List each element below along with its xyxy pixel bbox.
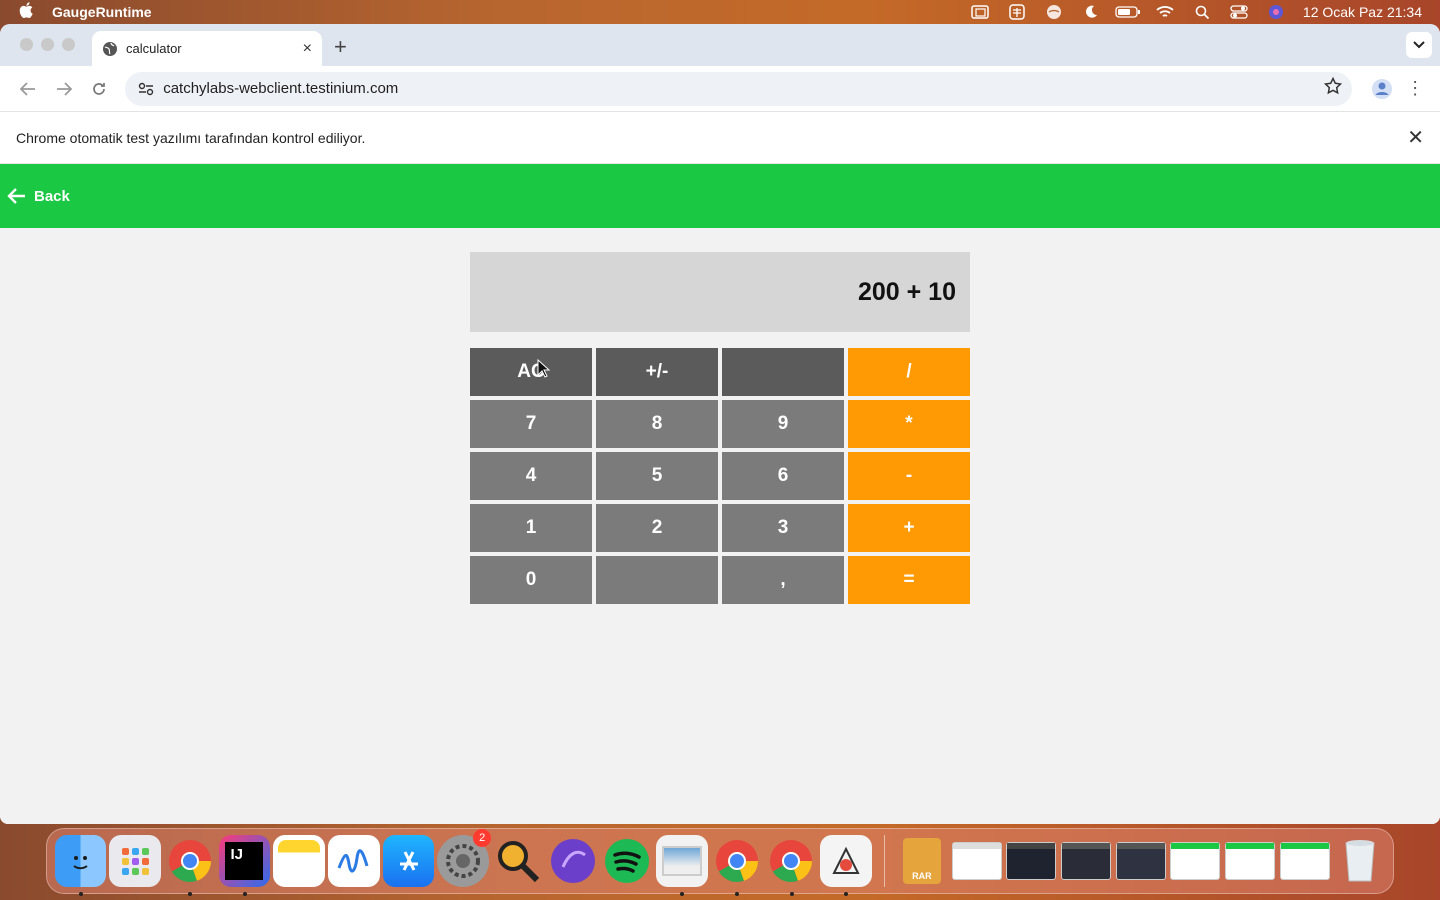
url-text[interactable]: catchylabs-webclient.testinium.com (163, 80, 398, 97)
back-button[interactable]: Back (34, 188, 70, 205)
apple-menu-icon[interactable] (0, 2, 52, 22)
minimized-window-thumbnail[interactable] (1224, 835, 1276, 887)
infobar-text: Chrome otomatik test yazılımı tarafından… (16, 129, 366, 146)
extension-status-icon[interactable] (999, 0, 1036, 24)
launchpad-icon[interactable] (109, 835, 161, 887)
preview-icon[interactable] (656, 835, 708, 896)
key-2[interactable]: 2 (596, 504, 718, 552)
reload-icon[interactable] (81, 71, 117, 107)
screen-mirror-icon[interactable] (962, 0, 999, 24)
close-tab-icon[interactable]: × (303, 40, 312, 58)
key-1[interactable]: 1 (470, 504, 592, 552)
mouse-pointer-icon (537, 359, 551, 378)
calculator-keypad: AC +/- / 7 8 9 * 4 5 6 - 1 2 3 + 0 , = (470, 348, 970, 604)
key-add[interactable]: + (848, 504, 970, 552)
control-center-icon[interactable] (1221, 0, 1258, 24)
notification-badge: 2 (473, 829, 492, 847)
key-8[interactable]: 8 (596, 400, 718, 448)
chrome-icon[interactable] (766, 835, 818, 896)
browser-menu-icon[interactable]: ⋮ (1400, 78, 1430, 99)
close-infobar-icon[interactable]: ✕ (1407, 125, 1424, 150)
key-multiply[interactable]: * (848, 400, 970, 448)
spotify-icon[interactable] (602, 835, 654, 887)
spotlight-search-icon[interactable] (1184, 0, 1221, 24)
minimized-window-thumbnail[interactable] (1005, 835, 1057, 887)
key-6[interactable]: 6 (722, 452, 844, 500)
bookmark-star-icon[interactable] (1324, 76, 1343, 100)
calculator-display: 200 + 10 (470, 252, 970, 332)
minimized-window-thumbnail[interactable] (1170, 835, 1222, 887)
finder-icon[interactable] (54, 835, 107, 896)
chrome-icon[interactable] (164, 835, 216, 896)
back-arrow-icon[interactable] (10, 71, 46, 107)
minimized-window-thumbnail[interactable] (1115, 835, 1167, 887)
java-app-icon[interactable] (820, 835, 873, 896)
freeform-icon[interactable] (328, 835, 380, 887)
key-plus-minus[interactable]: +/- (596, 348, 718, 396)
magnifier-tool-icon[interactable] (492, 835, 544, 887)
wifi-icon[interactable] (1147, 0, 1184, 24)
profile-avatar-icon[interactable] (1364, 78, 1400, 100)
back-arrow-icon[interactable] (6, 187, 26, 205)
purple-app-icon[interactable] (547, 835, 599, 887)
key-subtract[interactable]: - (848, 452, 970, 500)
key-equals[interactable]: = (848, 556, 970, 604)
address-bar[interactable]: catchylabs-webclient.testinium.com (125, 71, 1353, 106)
minimized-window-thumbnail[interactable] (1279, 835, 1331, 887)
calculator-page: 200 + 10 AC +/- / 7 8 9 * 4 5 6 - 1 2 3 … (0, 228, 1440, 824)
tab-calculator[interactable]: calculator × (92, 31, 322, 66)
forward-arrow-icon[interactable] (46, 71, 82, 107)
new-tab-button[interactable]: + (334, 34, 347, 60)
minimize-window-button[interactable] (41, 38, 54, 51)
menu-bar: GaugeRuntime 12 Ocak Paz 21:34 (0, 0, 1440, 24)
notes-icon[interactable] (273, 835, 326, 887)
siri-icon[interactable] (1258, 0, 1295, 24)
system-settings-icon[interactable]: 2 (437, 829, 492, 887)
key-ac[interactable]: AC (470, 348, 592, 396)
tab-search-chevron-icon[interactable] (1406, 32, 1432, 58)
window-controls (20, 38, 75, 51)
minimized-window-thumbnail[interactable] (951, 835, 1003, 887)
clock[interactable]: 12 Ocak Paz 21:34 (1303, 4, 1422, 20)
globe-icon (103, 41, 117, 56)
browser-window: calculator × + catchylabs-webclient.test… (0, 24, 1440, 824)
key-divide[interactable]: / (848, 348, 970, 396)
tab-title: calculator (126, 41, 182, 56)
app-header: Back (0, 164, 1440, 228)
trash-icon[interactable] (1334, 835, 1386, 887)
battery-icon[interactable] (1110, 0, 1147, 24)
key-comma[interactable]: , (722, 556, 844, 604)
automation-infobar: Chrome otomatik test yazılımı tarafından… (0, 112, 1440, 164)
key-9[interactable]: 9 (722, 400, 844, 448)
app-store-icon[interactable] (382, 835, 435, 887)
rar-archive-icon[interactable]: RAR (896, 835, 948, 887)
close-window-button[interactable] (20, 38, 33, 51)
vpn-globe-icon[interactable] (1036, 0, 1073, 24)
tab-strip: calculator × + (0, 24, 1440, 66)
key-7[interactable]: 7 (470, 400, 592, 448)
chrome-icon[interactable] (711, 835, 763, 896)
active-app-name[interactable]: GaugeRuntime (52, 4, 152, 20)
key-3[interactable]: 3 (722, 504, 844, 552)
zoom-window-button[interactable] (62, 38, 75, 51)
key-5[interactable]: 5 (596, 452, 718, 500)
intellij-icon[interactable]: IJ (218, 835, 271, 896)
key-4[interactable]: 4 (470, 452, 592, 500)
minimized-window-thumbnail[interactable] (1060, 835, 1112, 887)
browser-toolbar: catchylabs-webclient.testinium.com ⋮ (0, 66, 1440, 112)
site-info-icon[interactable] (135, 78, 157, 100)
dock-separator (883, 835, 885, 887)
key-blank-bottom[interactable] (596, 556, 718, 604)
key-blank-top[interactable] (722, 348, 844, 396)
dock: IJ 2 RAR (46, 828, 1394, 896)
focus-moon-icon[interactable] (1073, 0, 1110, 24)
key-0[interactable]: 0 (470, 556, 592, 604)
